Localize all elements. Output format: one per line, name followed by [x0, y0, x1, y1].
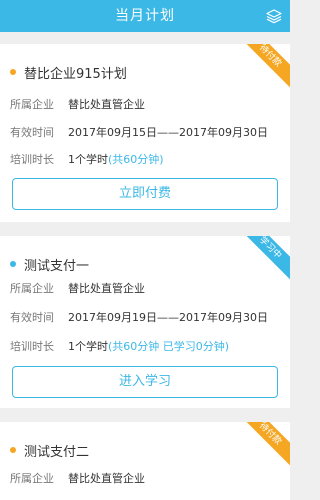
hours-value: 1个学时	[68, 153, 108, 166]
company-value: 替比处直管企业	[68, 472, 145, 485]
company-value: 替比处直管企业	[68, 98, 145, 111]
plan-title-row: 测试支付一	[10, 256, 90, 274]
period-row: 有效时间 2017年09月15日——2017年09月30日	[10, 124, 268, 140]
plan-name: 测试支付一	[24, 258, 90, 274]
company-value: 替比处直管企业	[68, 282, 145, 295]
plan-title-row: 测试支付二	[10, 442, 90, 460]
hours-label: 培训时长	[10, 340, 54, 353]
page-title: 当月计划	[115, 8, 175, 24]
plan-card: 待付款 替比企业915计划 所属企业 替比处直管企业 有效时间 2017年09月…	[0, 44, 290, 222]
hours-row: 培训时长 1个学时 (共60分钟 已学习0分钟)	[10, 338, 229, 354]
plan-title-row: 替比企业915计划	[10, 64, 127, 82]
hours-value: 1个学时	[68, 340, 108, 353]
status-badge-pending: 待付款	[234, 422, 290, 470]
pay-now-button[interactable]: 立即付费	[12, 178, 278, 210]
plan-card: 学习中 测试支付一 所属企业 替比处直管企业 有效时间 2017年09月19日—…	[0, 236, 290, 408]
status-badge-pending: 待付款	[234, 44, 290, 92]
hours-detail: (共60分钟)	[108, 153, 164, 166]
bullet-icon	[10, 69, 16, 75]
company-label: 所属企业	[10, 98, 54, 111]
plan-card: 待付款 测试支付二 所属企业 替比处直管企业	[0, 422, 290, 500]
company-label: 所属企业	[10, 282, 54, 295]
company-label: 所属企业	[10, 472, 54, 485]
app-header: 当月计划	[0, 0, 290, 32]
company-row: 所属企业 替比处直管企业	[10, 470, 145, 486]
layers-icon[interactable]	[266, 8, 282, 24]
period-value: 2017年09月19日——2017年09月30日	[68, 311, 268, 324]
hours-label: 培训时长	[10, 153, 54, 166]
plan-name: 替比企业915计划	[24, 66, 127, 82]
company-row: 所属企业 替比处直管企业	[10, 280, 145, 296]
period-label: 有效时间	[10, 311, 54, 324]
hours-row: 培训时长 1个学时 (共60分钟)	[10, 151, 164, 167]
hours-detail: (共60分钟 已学习0分钟)	[108, 340, 230, 353]
plan-name: 测试支付二	[24, 444, 90, 460]
period-label: 有效时间	[10, 126, 54, 139]
period-value: 2017年09月15日——2017年09月30日	[68, 126, 268, 139]
bullet-icon	[10, 261, 16, 267]
bullet-icon	[10, 447, 16, 453]
company-row: 所属企业 替比处直管企业	[10, 96, 145, 112]
enter-study-button[interactable]: 进入学习	[12, 366, 278, 398]
status-badge-studying: 学习中	[234, 236, 290, 284]
period-row: 有效时间 2017年09月19日——2017年09月30日	[10, 309, 268, 325]
